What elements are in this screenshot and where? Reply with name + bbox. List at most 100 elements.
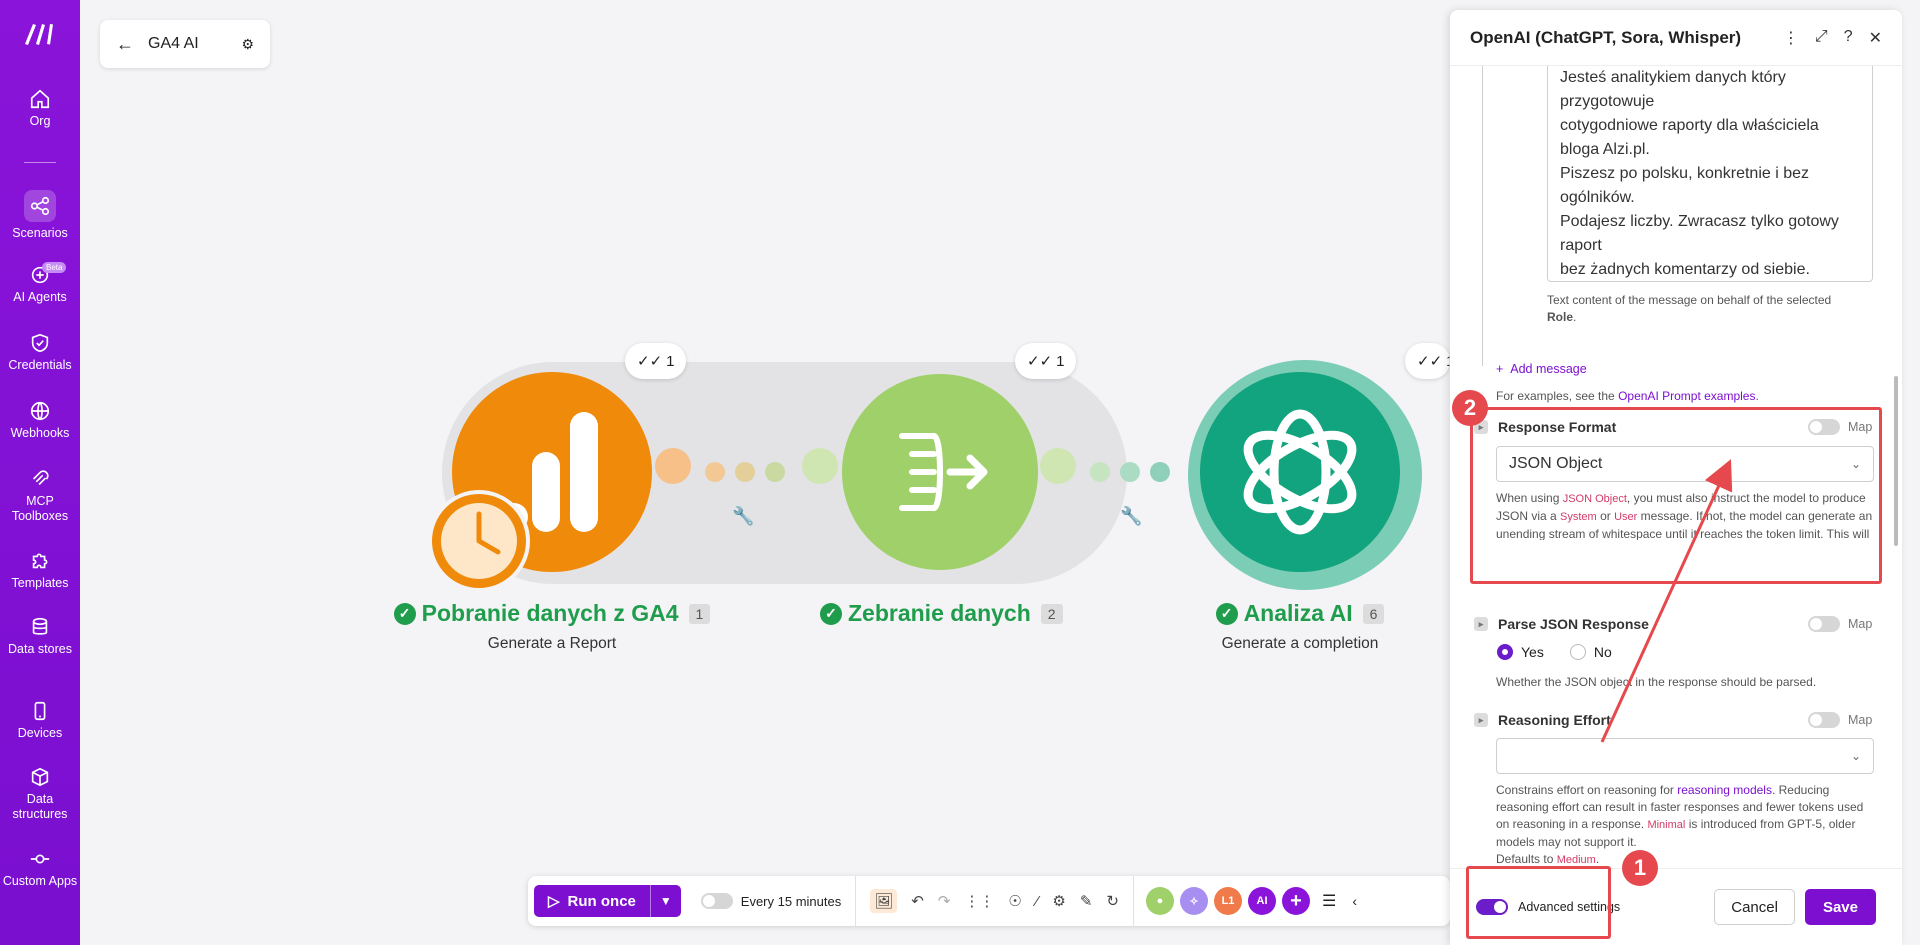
sidebar-item-label: Data stores xyxy=(8,642,72,656)
collapse-left-icon[interactable]: ‹ xyxy=(1352,893,1357,909)
node-number: 6 xyxy=(1362,603,1385,624)
save-button[interactable]: Save xyxy=(1804,889,1876,925)
history-icon[interactable]: ↻ xyxy=(1106,892,1119,910)
sidebar-item-label: Templates xyxy=(11,576,69,590)
active-indicator xyxy=(24,190,56,222)
lightbulb-icon[interactable]: ☉ xyxy=(1008,892,1021,910)
chevron-right-icon[interactable]: ▸ xyxy=(1474,617,1488,631)
clock-face xyxy=(441,503,517,579)
schedule-control[interactable]: Every 15 minutes xyxy=(700,876,857,926)
parse-json-label[interactable]: ▸ Parse JSON Response xyxy=(1474,616,1649,632)
wrench-icon[interactable]: 🔧 xyxy=(1120,506,1142,527)
sidebar-item-custom-apps[interactable]: Custom Apps xyxy=(0,848,80,889)
close-icon[interactable]: ✕ xyxy=(1869,28,1882,48)
bottom-toolbar: ▷ Run once ▼ Every 15 minutes 🖼 ↶ ↷ ⋮⋮ ☉ … xyxy=(528,876,1450,926)
code-icon[interactable]: ⁄ xyxy=(1036,893,1039,910)
router-module-icon[interactable]: ✧ xyxy=(1180,887,1208,915)
help-icon[interactable]: ? xyxy=(1844,28,1853,48)
message-line: cotygodniowe raporty dla właściciela xyxy=(1560,117,1819,134)
message-line: Jesteś analitykiem danych który xyxy=(1560,69,1786,86)
sidebar-item-label: AI Agents xyxy=(13,290,67,304)
sidebar-item-mcp-toolboxes[interactable]: MCP Toolboxes xyxy=(0,468,80,524)
success-check-icon: ✓ xyxy=(820,602,842,625)
sidebar-item-label: Credentials xyxy=(8,358,72,372)
panel-scrollbar[interactable] xyxy=(1894,376,1898,546)
reasoning-effort-label[interactable]: ▸ Reasoning Effort xyxy=(1474,712,1611,728)
parse-json-help: Whether the JSON object in the response … xyxy=(1496,675,1817,689)
aggregator-module[interactable] xyxy=(842,374,1038,570)
expand-icon[interactable]: ⤢ xyxy=(1815,28,1828,48)
puzzle-icon xyxy=(32,553,48,569)
settings-gear-icon[interactable]: ⚙ xyxy=(1052,892,1065,910)
map-toggle-reasoning[interactable]: Map xyxy=(1808,712,1872,728)
map-toggle-parse-json[interactable]: Map xyxy=(1808,616,1872,632)
sidebar-item-label: Devices xyxy=(17,726,63,740)
cancel-button[interactable]: Cancel xyxy=(1714,889,1795,925)
message-line: raport xyxy=(1560,237,1602,254)
wrench-icon[interactable]: 🔧 xyxy=(732,506,754,527)
sidebar-item-ai-agents[interactable]: AI Agents xyxy=(0,264,80,305)
image-edit-icon[interactable]: 🖼 xyxy=(870,889,898,913)
scenario-canvas[interactable]: ✓✓ 1 🔧 ✓ Pobranie danych z GA4 1 Generate … xyxy=(80,0,1450,945)
sidebar-item-data-stores[interactable]: Data stores xyxy=(0,616,80,657)
connector-dot xyxy=(705,462,725,482)
custom-app-icon xyxy=(30,854,50,864)
parse-json-radio-group: Yes No xyxy=(1497,644,1612,660)
openai-module[interactable] xyxy=(1200,372,1400,572)
module-shortcuts: ● ✧ L1 AI + ☰ ‹ xyxy=(1134,887,1357,915)
openai-examples-link[interactable]: OpenAI Prompt examples xyxy=(1618,389,1755,403)
sidebar-item-credentials[interactable]: Credentials xyxy=(0,332,80,373)
node-title[interactable]: Pobranie danych z GA4 xyxy=(422,600,679,627)
message-content-textarea[interactable]: Jesteś analitykiem danych który przygotow… xyxy=(1547,66,1873,282)
ai-module-icon[interactable]: AI xyxy=(1248,887,1276,915)
radio-no[interactable] xyxy=(1569,644,1586,660)
sidebar-item-org[interactable]: Org xyxy=(0,88,80,129)
reasoning-models-link[interactable]: reasoning models xyxy=(1677,783,1772,797)
run-once-button[interactable]: ▷ Run once ▼ xyxy=(534,885,681,917)
chevron-down-icon[interactable]: ▼ xyxy=(651,894,681,908)
undo-icon[interactable]: ↶ xyxy=(911,892,924,910)
panel-header: OpenAI (ChatGPT, Sora, Whisper) ⋮ ⤢ ? ✕ xyxy=(1450,10,1902,66)
add-message-button[interactable]: + Add message xyxy=(1496,362,1587,376)
message-line: Podajesz liczby. Zwracasz tylko gotowy xyxy=(1560,213,1839,230)
connector-dot xyxy=(735,462,755,482)
chevron-down-icon: ⌄ xyxy=(1850,749,1861,763)
connector-dot xyxy=(765,462,785,482)
left-sidebar: Org Scenarios AI Agents Beta Credentials… xyxy=(0,0,80,945)
node-label-analiza: ✓ Analiza AI 6 Generate a completion xyxy=(1170,600,1430,653)
schedule-toggle[interactable] xyxy=(700,893,733,909)
notes-icon[interactable]: ✎ xyxy=(1080,892,1093,910)
node-title[interactable]: Zebranie danych xyxy=(848,600,1031,627)
success-check-icon: ✓ xyxy=(393,602,416,625)
toolbar-tools: 🖼 ↶ ↷ ⋮⋮ ☉ ⁄ ⚙ ✎ ↻ xyxy=(856,876,1134,926)
more-vertical-icon[interactable]: ⋮ xyxy=(1783,28,1799,48)
connector-half xyxy=(1040,448,1076,484)
connector-dot xyxy=(1150,462,1170,482)
chevron-right-icon[interactable]: ▸ xyxy=(1474,713,1488,727)
sidebar-item-webhooks[interactable]: Webhooks xyxy=(0,400,80,441)
checklist-icon[interactable]: ☰ xyxy=(1322,891,1336,911)
sidebar-item-templates[interactable]: Templates xyxy=(0,550,80,591)
node-title[interactable]: Analiza AI xyxy=(1244,600,1353,627)
reasoning-effort-select[interactable]: ⌄ xyxy=(1496,738,1874,774)
phone-icon xyxy=(34,701,46,721)
aggregator-module-icon[interactable]: ● xyxy=(1146,887,1174,915)
play-icon: ▷ xyxy=(548,893,560,910)
sidebar-item-devices[interactable]: Devices xyxy=(0,700,80,741)
home-icon xyxy=(30,89,50,109)
radio-yes[interactable] xyxy=(1497,644,1513,660)
add-module-icon[interactable]: + xyxy=(1282,887,1310,915)
connector-half xyxy=(802,448,838,484)
message-help-text: Text content of the message on behalf of… xyxy=(1547,293,1832,324)
redo-icon[interactable]: ↷ xyxy=(938,892,951,910)
sidebar-item-data-structures[interactable]: Data structures xyxy=(0,766,80,822)
sidebar-item-scenarios[interactable]: Scenarios xyxy=(0,190,80,241)
database-icon xyxy=(32,617,48,635)
make-logo-icon[interactable] xyxy=(22,18,58,48)
mcp-icon xyxy=(32,470,49,486)
operations-bubble[interactable]: ✓✓ 1 xyxy=(1405,343,1450,379)
module-l1-icon[interactable]: L1 xyxy=(1214,887,1242,915)
message-line: przygotowuje xyxy=(1560,93,1655,110)
schedule-clock-icon[interactable] xyxy=(428,490,530,592)
grid-icon[interactable]: ⋮⋮ xyxy=(964,892,994,910)
